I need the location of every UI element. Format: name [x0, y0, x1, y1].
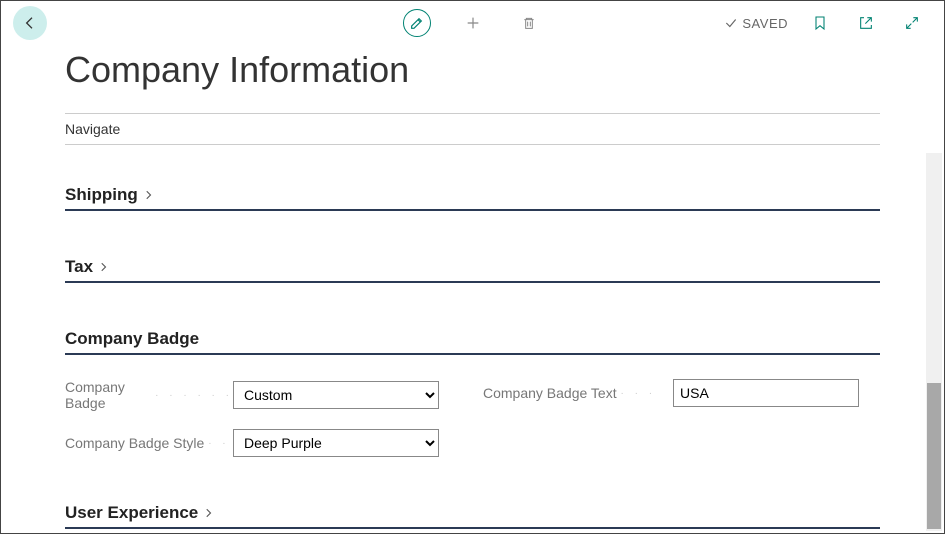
fasttab-tax: Tax — [65, 257, 880, 283]
field-company-badge-style: Company Badge Style · · Deep Purple — [65, 429, 439, 457]
popout-icon — [858, 15, 874, 31]
fasttab-label: Tax — [65, 257, 93, 277]
trash-icon — [521, 15, 537, 31]
field-label: Company Badge Text · · · — [483, 385, 673, 401]
content: Company Information Navigate Shipping Ta… — [1, 49, 944, 529]
expand-icon — [904, 15, 920, 31]
fasttab-header-tax[interactable]: Tax — [65, 257, 880, 283]
bookmark-button[interactable] — [806, 9, 834, 37]
fasttab-header-user-experience[interactable]: User Experience — [65, 503, 880, 529]
fasttab-shipping: Shipping — [65, 185, 880, 211]
fasttab-body-company-badge: Company Badge · · · · · · Custom Company… — [65, 355, 880, 457]
fasttab-company-badge: Company Badge Company Badge · · · · · · … — [65, 329, 880, 457]
fasttab-header-company-badge[interactable]: Company Badge — [65, 329, 880, 355]
chevron-right-icon — [144, 189, 154, 201]
page-title: Company Information — [65, 49, 880, 91]
vertical-scrollbar[interactable] — [926, 153, 942, 531]
company-badge-text-input[interactable] — [673, 379, 859, 407]
right-toolbar: SAVED — [724, 9, 926, 37]
delete-button[interactable] — [515, 9, 543, 37]
navigate-label: Navigate — [65, 121, 120, 137]
company-badge-select[interactable]: Custom — [233, 381, 439, 409]
navigate-bar[interactable]: Navigate — [65, 113, 880, 145]
fasttab-label: Shipping — [65, 185, 138, 205]
field-company-badge-text: Company Badge Text · · · — [483, 379, 859, 407]
field-label: Company Badge · · · · · · — [65, 379, 233, 411]
expand-button[interactable] — [898, 9, 926, 37]
chevron-right-icon — [99, 261, 109, 273]
saved-status: SAVED — [724, 16, 788, 31]
page-frame: SAVED Company Information Navigate Shipp… — [0, 0, 945, 534]
edit-button[interactable] — [403, 9, 431, 37]
fasttab-header-shipping[interactable]: Shipping — [65, 185, 880, 211]
center-toolbar — [403, 9, 543, 37]
check-icon — [724, 16, 738, 30]
fasttab-label: Company Badge — [65, 329, 199, 349]
scrollbar-thumb[interactable] — [927, 383, 941, 529]
company-badge-style-select[interactable]: Deep Purple — [233, 429, 439, 457]
top-bar: SAVED — [1, 1, 944, 45]
arrow-left-icon — [22, 15, 38, 31]
pencil-icon — [409, 15, 425, 31]
bookmark-icon — [812, 15, 828, 31]
saved-label: SAVED — [742, 16, 788, 31]
new-button[interactable] — [459, 9, 487, 37]
fasttab-user-experience: User Experience — [65, 503, 880, 529]
chevron-right-icon — [204, 507, 214, 519]
field-label: Company Badge Style · · — [65, 435, 233, 451]
field-column-left: Company Badge · · · · · · Custom Company… — [65, 379, 439, 457]
field-company-badge: Company Badge · · · · · · Custom — [65, 379, 439, 411]
fasttab-label: User Experience — [65, 503, 198, 523]
back-button[interactable] — [13, 6, 47, 40]
field-column-right: Company Badge Text · · · — [483, 379, 859, 457]
plus-icon — [465, 15, 481, 31]
popout-button[interactable] — [852, 9, 880, 37]
